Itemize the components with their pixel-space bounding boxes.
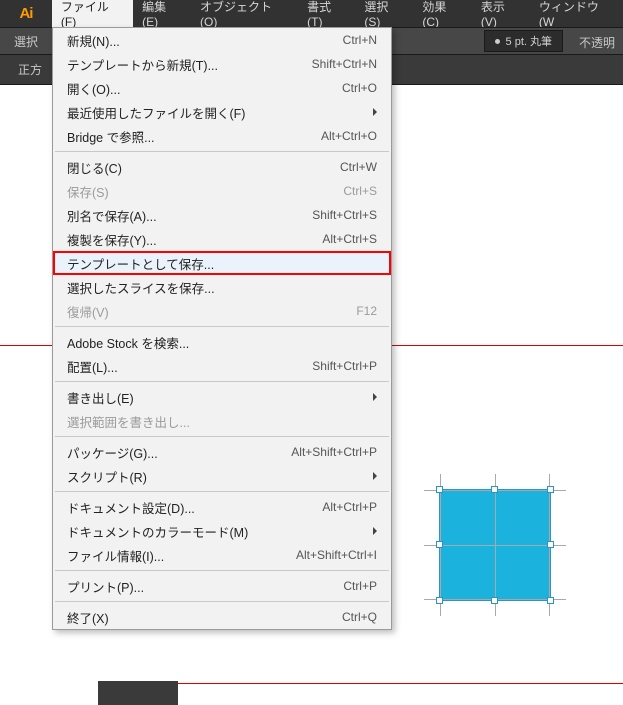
menu-item-label: パッケージ(G)... [67,443,291,462]
menu-0[interactable]: ファイル(F) [52,0,133,27]
menu-2[interactable]: オブジェクト(O) [191,0,298,27]
menu-item-29[interactable]: 終了(X)Ctrl+Q [53,605,391,629]
menu-item-label: 最近使用したファイルを開く(F) [67,103,377,122]
menu-item-shortcut: Shift+Ctrl+S [312,208,377,222]
menu-separator [55,601,389,602]
menu-item-6[interactable]: 閉じる(C)Ctrl+W [53,155,391,179]
menu-item-9[interactable]: 複製を保存(Y)...Alt+Ctrl+S [53,227,391,251]
toolbar-left-label: 選択 [0,28,52,54]
menu-item-label: 開く(O)... [67,79,342,98]
menu-item-shortcut: Ctrl+O [342,81,377,95]
menu-item-18: 選択範囲を書き出し... [53,409,391,433]
menu-item-3[interactable]: 最近使用したファイルを開く(F) [53,100,391,124]
menu-item-label: 新規(N)... [67,31,343,50]
menu-item-label: 書き出し(E) [67,388,377,407]
file-menu-dropdown: 新規(N)...Ctrl+Nテンプレートから新規(T)...Shift+Ctrl… [52,27,392,630]
menu-item-shortcut: Alt+Ctrl+S [322,232,377,246]
menu-item-1[interactable]: テンプレートから新規(T)...Shift+Ctrl+N [53,52,391,76]
document-tab[interactable]: 正方 [8,55,52,84]
menu-item-11[interactable]: 選択したスライスを保存... [53,275,391,299]
resize-handle[interactable] [491,486,498,493]
menu-item-label: 配置(L)... [67,357,312,376]
resize-handle[interactable] [491,597,498,604]
menu-item-label: ドキュメントのカラーモード(M) [67,522,377,541]
menu-7[interactable]: ウィンドウ(W [530,0,623,27]
menu-item-17[interactable]: 書き出し(E) [53,385,391,409]
menu-item-23[interactable]: ドキュメント設定(D)...Alt+Ctrl+P [53,495,391,519]
menu-item-20[interactable]: パッケージ(G)...Alt+Shift+Ctrl+P [53,440,391,464]
app-logo: Ai [0,0,52,27]
menubar: Ai ファイル(F)編集(E)オブジェクト(O)書式(T)選択(S)効果(C)表… [0,0,623,27]
menu-item-label: テンプレートとして保存... [67,254,377,273]
menu-item-12: 復帰(V)F12 [53,299,391,323]
menu-item-shortcut: Ctrl+S [343,184,377,198]
menu-item-label: 複製を保存(Y)... [67,230,322,249]
menu-separator [55,570,389,571]
menu-item-label: ファイル情報(I)... [67,546,296,565]
menu-item-label: テンプレートから新規(T)... [67,55,312,74]
menu-item-shortcut: Ctrl+Q [342,610,377,624]
menu-item-24[interactable]: ドキュメントのカラーモード(M) [53,519,391,543]
menu-item-label: Bridge で参照... [67,127,321,146]
menu-6[interactable]: 表示(V) [472,0,530,27]
menu-item-shortcut: Ctrl+W [340,160,377,174]
menu-item-label: ドキュメント設定(D)... [67,498,322,517]
menu-item-2[interactable]: 開く(O)...Ctrl+O [53,76,391,100]
resize-handle[interactable] [547,486,554,493]
menu-item-25[interactable]: ファイル情報(I)...Alt+Shift+Ctrl+I [53,543,391,567]
menu-item-label: プリント(P)... [67,577,343,596]
menu-separator [55,491,389,492]
resize-handle[interactable] [547,541,554,548]
menu-item-0[interactable]: 新規(N)...Ctrl+N [53,28,391,52]
menu-item-15[interactable]: 配置(L)...Shift+Ctrl+P [53,354,391,378]
resize-handle[interactable] [436,486,443,493]
menu-item-label: 保存(S) [67,182,343,201]
selected-shape[interactable] [440,490,550,600]
menu-item-shortcut: Alt+Shift+Ctrl+I [296,548,377,562]
resize-handle[interactable] [436,541,443,548]
menu-separator [55,326,389,327]
menu-item-shortcut: F12 [356,304,377,318]
menu-item-shortcut: Alt+Ctrl+P [322,500,377,514]
menu-5[interactable]: 効果(C) [413,0,472,27]
menu-item-label: 終了(X) [67,608,342,627]
menu-item-label: 選択範囲を書き出し... [67,412,377,431]
menu-item-8[interactable]: 別名で保存(A)...Shift+Ctrl+S [53,203,391,227]
menu-item-shortcut: Ctrl+N [343,33,377,47]
menu-item-27[interactable]: プリント(P)...Ctrl+P [53,574,391,598]
menu-item-shortcut: Ctrl+P [343,579,377,593]
menu-item-7: 保存(S)Ctrl+S [53,179,391,203]
menu-item-shortcut: Shift+Ctrl+N [312,57,377,71]
menu-item-label: Adobe Stock を検索... [67,333,377,352]
menu-1[interactable]: 編集(E) [133,0,191,27]
resize-handle[interactable] [436,597,443,604]
menu-item-shortcut: Alt+Ctrl+O [321,129,377,143]
brush-label: 5 pt. 丸筆 [506,33,552,49]
menu-item-label: スクリプト(R) [67,467,377,486]
menu-separator [55,151,389,152]
brush-selector[interactable]: 5 pt. 丸筆 [484,30,563,52]
menu-item-14[interactable]: Adobe Stock を検索... [53,330,391,354]
smart-guide [495,474,496,616]
menu-item-shortcut: Alt+Shift+Ctrl+P [291,445,377,459]
menu-item-label: 閉じる(C) [67,158,340,177]
menu-3[interactable]: 書式(T) [298,0,355,27]
tools-panel-fragment [98,681,178,705]
opacity-label: 不透明 [579,34,615,51]
resize-handle[interactable] [547,597,554,604]
menu-item-label: 選択したスライスを保存... [67,278,377,297]
menu-item-4[interactable]: Bridge で参照...Alt+Ctrl+O [53,124,391,148]
guide-horizontal-2 [102,683,623,684]
menu-4[interactable]: 選択(S) [355,0,413,27]
menu-separator [55,381,389,382]
menu-item-label: 別名で保存(A)... [67,206,312,225]
menu-separator [55,436,389,437]
menu-item-label: 復帰(V) [67,302,356,321]
menu-item-10[interactable]: テンプレートとして保存... [53,251,391,275]
brush-dot-icon [495,39,500,44]
menu-item-21[interactable]: スクリプト(R) [53,464,391,488]
menu-item-shortcut: Shift+Ctrl+P [312,359,377,373]
